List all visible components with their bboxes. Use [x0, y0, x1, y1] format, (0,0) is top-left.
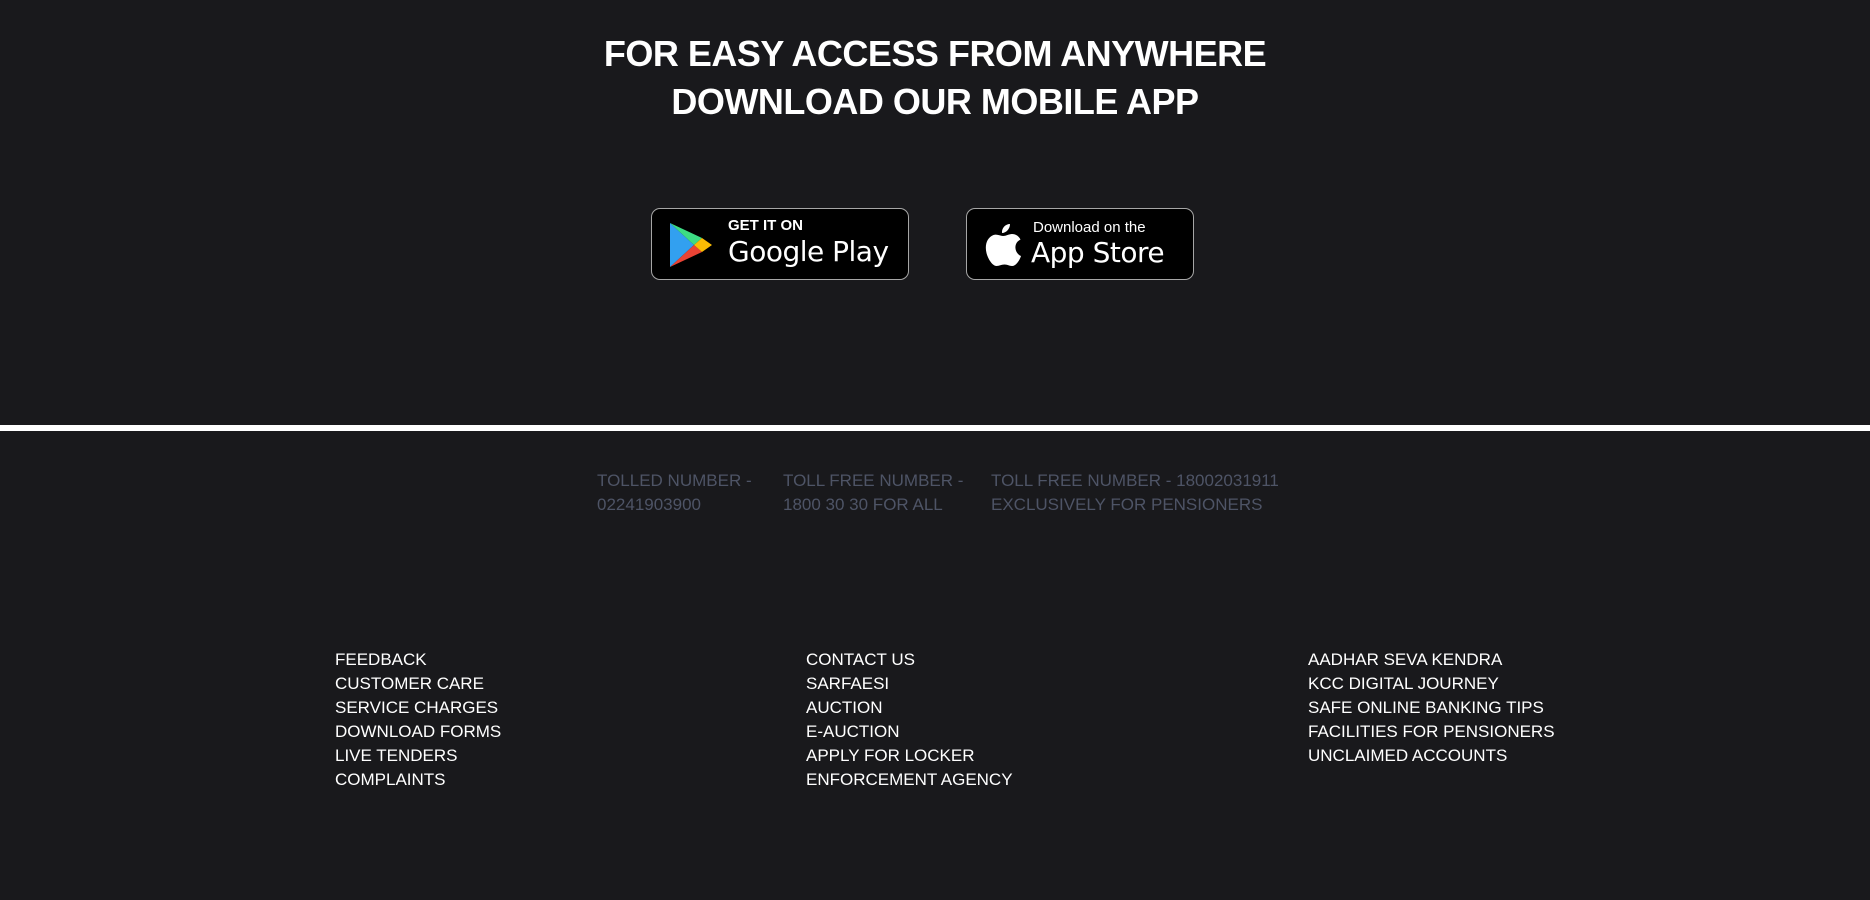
footer-link-complaints[interactable]: COMPLAINTS: [335, 768, 501, 792]
toll-free-pensioners-value: EXCLUSIVELY FOR PENSIONERS: [991, 495, 1263, 514]
app-store-big-text: App Store: [1031, 236, 1165, 269]
footer-links-column-1: FEEDBACK CUSTOMER CARE SERVICE CHARGES D…: [335, 648, 501, 792]
apple-icon: [985, 224, 1021, 266]
toll-free-all-label: TOLL FREE NUMBER -: [783, 471, 964, 490]
app-store-small-text: Download on the: [1033, 219, 1146, 236]
footer-link-kcc-digital-journey[interactable]: KCC DIGITAL JOURNEY: [1308, 672, 1555, 696]
toll-free-number-all: TOLL FREE NUMBER - 1800 30 30 FOR ALL: [783, 469, 963, 517]
heading-line-1: FOR EASY ACCESS FROM ANYWHERE: [603, 33, 1267, 74]
footer-link-service-charges[interactable]: SERVICE CHARGES: [335, 696, 501, 720]
footer-link-live-tenders[interactable]: LIVE TENDERS: [335, 744, 501, 768]
footer-links-column-2: CONTACT US SARFAESI AUCTION E-AUCTION AP…: [806, 648, 1013, 792]
app-download-section: FOR EASY ACCESS FROM ANYWHERE DOWNLOAD O…: [0, 0, 1870, 425]
tolled-number-value: 02241903900: [597, 495, 702, 514]
footer-link-auction[interactable]: AUCTION: [806, 696, 1013, 720]
footer-link-safe-online-banking-tips[interactable]: SAFE ONLINE BANKING TIPS: [1308, 696, 1555, 720]
footer-link-e-auction[interactable]: E-AUCTION: [806, 720, 1013, 744]
toll-free-all-value: 1800 30 30 FOR ALL: [783, 495, 943, 514]
toll-free-pensioners-label: TOLL FREE NUMBER - 18002031911: [991, 471, 1279, 490]
section-divider: [0, 425, 1870, 431]
google-play-big-text: Google Play: [728, 235, 889, 268]
app-store-button[interactable]: Download on the App Store: [966, 208, 1194, 280]
footer-link-unclaimed-accounts[interactable]: UNCLAIMED ACCOUNTS: [1308, 744, 1555, 768]
footer-link-enforcement-agency[interactable]: ENFORCEMENT AGENCY: [806, 768, 1013, 792]
footer-link-aadhar-seva-kendra[interactable]: AADHAR SEVA KENDRA: [1308, 648, 1555, 672]
google-play-icon: [670, 223, 712, 267]
footer-page: FOR EASY ACCESS FROM ANYWHERE DOWNLOAD O…: [0, 0, 1870, 900]
contact-numbers-row: TOLLED NUMBER - 02241903900 TOLL FREE NU…: [0, 469, 1870, 519]
google-play-button[interactable]: GET IT ON Google Play: [651, 208, 909, 280]
footer-link-feedback[interactable]: FEEDBACK: [335, 648, 501, 672]
app-download-heading: FOR EASY ACCESS FROM ANYWHERE DOWNLOAD O…: [0, 30, 1870, 126]
footer-link-apply-for-locker[interactable]: APPLY FOR LOCKER: [806, 744, 1013, 768]
tolled-number-label: TOLLED NUMBER -: [597, 471, 752, 490]
toll-free-number-pensioners: TOLL FREE NUMBER - 18002031911 EXCLUSIVE…: [991, 469, 1279, 517]
heading-line-2: DOWNLOAD OUR MOBILE APP: [671, 81, 1199, 122]
footer-link-customer-care[interactable]: CUSTOMER CARE: [335, 672, 501, 696]
google-play-small-text: GET IT ON: [728, 217, 803, 234]
footer-link-contact-us[interactable]: CONTACT US: [806, 648, 1013, 672]
footer-link-facilities-for-pensioners[interactable]: FACILITIES FOR PENSIONERS: [1308, 720, 1555, 744]
footer-link-download-forms[interactable]: DOWNLOAD FORMS: [335, 720, 501, 744]
footer-links-column-3: AADHAR SEVA KENDRA KCC DIGITAL JOURNEY S…: [1308, 648, 1555, 768]
footer-link-sarfaesi[interactable]: SARFAESI: [806, 672, 1013, 696]
tolled-number: TOLLED NUMBER - 02241903900: [597, 469, 752, 517]
